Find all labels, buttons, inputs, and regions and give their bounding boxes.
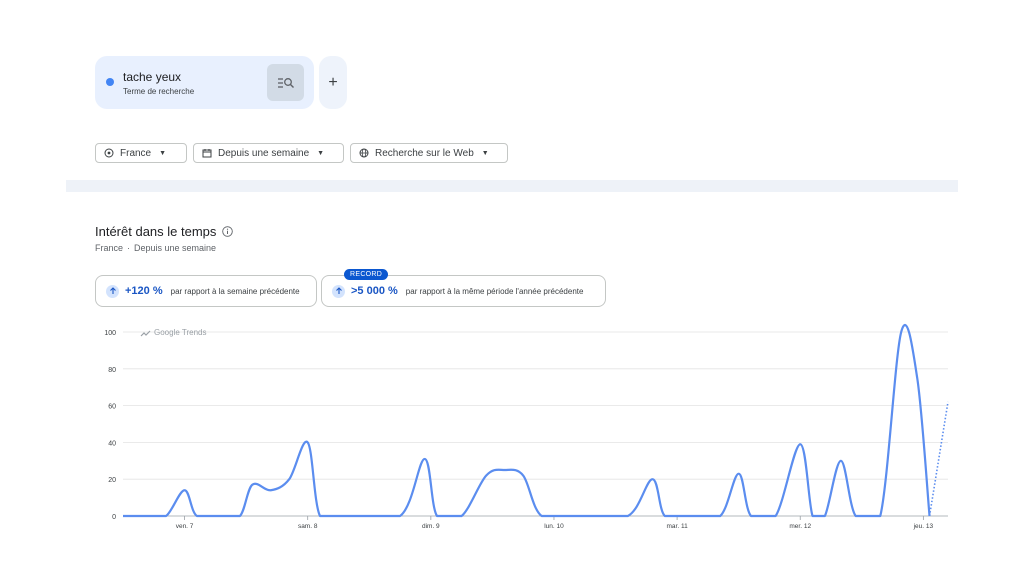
arrow-up-icon	[106, 284, 119, 298]
stat-description: par rapport à la semaine précédente	[170, 286, 300, 296]
search-options-icon[interactable]	[267, 64, 304, 101]
stat-value: >5 000 %	[351, 285, 398, 297]
y-tick-label: 60	[108, 404, 116, 411]
y-tick-label: 40	[108, 440, 116, 447]
time-filter-label: Depuis une semaine	[218, 147, 310, 159]
arrow-up-icon	[332, 284, 345, 298]
subtitle-geo: France	[95, 243, 124, 253]
caret-down-icon: ▼	[159, 149, 167, 157]
section-title: Intérêt dans le temps	[95, 224, 217, 239]
watermark-text: Google Trends	[154, 328, 206, 337]
subtitle-separator: ·	[127, 243, 131, 253]
x-tick-label: mar. 11	[667, 523, 689, 530]
geo-filter-label: France	[120, 147, 152, 159]
caret-down-icon: ▼	[481, 149, 489, 157]
add-term-button[interactable]: +	[319, 56, 347, 109]
projection-line	[928, 401, 949, 517]
y-tick-label: 20	[108, 477, 116, 484]
x-tick-label: sam. 8	[298, 523, 318, 530]
globe-icon	[359, 148, 369, 158]
y-tick-label: 80	[108, 367, 116, 374]
record-badge: RECORD	[344, 269, 389, 280]
subtitle-time: Depuis une semaine	[134, 243, 217, 253]
x-tick-label: mer. 12	[789, 523, 811, 530]
caret-down-icon: ▼	[317, 149, 325, 157]
search-term-type: Terme de recherche	[123, 87, 195, 96]
time-filter[interactable]: Depuis une semaine ▼	[193, 143, 344, 163]
property-filter-label: Recherche sur le Web	[375, 147, 474, 159]
section-subtitle: France · Depuis une semaine	[95, 243, 216, 253]
calendar-icon	[202, 149, 212, 158]
y-tick-label: 0	[112, 514, 116, 521]
watermark-spacer	[139, 326, 141, 327]
stat-description: par rapport à la même période l'année pr…	[405, 286, 584, 296]
series-color-dot	[106, 78, 114, 86]
geo-filter[interactable]: France ▼	[95, 143, 187, 163]
series-line	[122, 323, 931, 518]
search-term-name: tache yeux	[123, 70, 182, 84]
stat-value: +120 %	[125, 285, 163, 297]
section-divider	[66, 180, 958, 192]
x-tick-label: lun. 10	[544, 523, 564, 530]
stat-card-week: +120 % par rapport à la semaine précéden…	[95, 275, 317, 307]
location-pin-icon	[104, 148, 114, 158]
y-tick-label: 100	[104, 330, 116, 337]
x-tick-label: dim. 9	[422, 523, 440, 530]
x-tick-label: jeu. 13	[913, 523, 934, 530]
info-icon[interactable]	[222, 226, 233, 237]
search-term-card[interactable]: tache yeux Terme de recherche	[95, 56, 314, 109]
x-tick-label: ven. 7	[176, 523, 194, 530]
property-filter[interactable]: Recherche sur le Web ▼	[350, 143, 508, 163]
interest-over-time-chart: 0 20 40 60 80 100 Google Trends ven. 7 sam. 8 dim…	[104, 323, 949, 530]
